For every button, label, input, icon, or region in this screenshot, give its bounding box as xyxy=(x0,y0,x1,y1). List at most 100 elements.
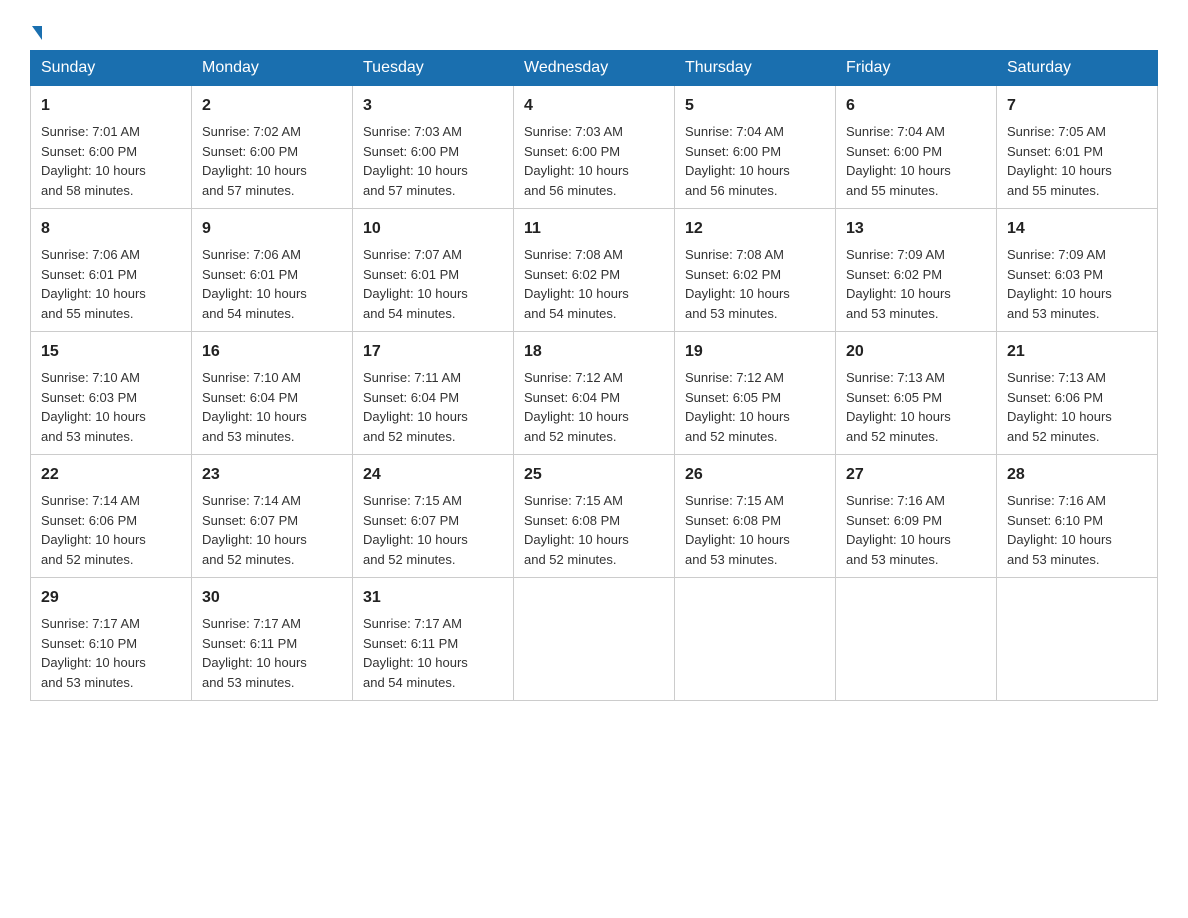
calendar-cell: 17 Sunrise: 7:11 AMSunset: 6:04 PMDaylig… xyxy=(353,332,514,455)
calendar-cell: 27 Sunrise: 7:16 AMSunset: 6:09 PMDaylig… xyxy=(836,455,997,578)
calendar-week-row: 1 Sunrise: 7:01 AMSunset: 6:00 PMDayligh… xyxy=(31,86,1158,209)
day-info: Sunrise: 7:17 AMSunset: 6:11 PMDaylight:… xyxy=(202,616,307,690)
day-info: Sunrise: 7:04 AMSunset: 6:00 PMDaylight:… xyxy=(685,124,790,198)
calendar-cell xyxy=(836,578,997,701)
day-info: Sunrise: 7:12 AMSunset: 6:05 PMDaylight:… xyxy=(685,370,790,444)
day-info: Sunrise: 7:10 AMSunset: 6:04 PMDaylight:… xyxy=(202,370,307,444)
calendar-cell: 16 Sunrise: 7:10 AMSunset: 6:04 PMDaylig… xyxy=(192,332,353,455)
calendar-cell: 29 Sunrise: 7:17 AMSunset: 6:10 PMDaylig… xyxy=(31,578,192,701)
calendar-cell: 14 Sunrise: 7:09 AMSunset: 6:03 PMDaylig… xyxy=(997,209,1158,332)
day-number: 29 xyxy=(41,586,181,610)
day-number: 31 xyxy=(363,586,503,610)
day-info: Sunrise: 7:09 AMSunset: 6:03 PMDaylight:… xyxy=(1007,247,1112,321)
day-info: Sunrise: 7:16 AMSunset: 6:09 PMDaylight:… xyxy=(846,493,951,567)
calendar-cell: 31 Sunrise: 7:17 AMSunset: 6:11 PMDaylig… xyxy=(353,578,514,701)
calendar-cell: 21 Sunrise: 7:13 AMSunset: 6:06 PMDaylig… xyxy=(997,332,1158,455)
calendar-cell: 25 Sunrise: 7:15 AMSunset: 6:08 PMDaylig… xyxy=(514,455,675,578)
day-info: Sunrise: 7:12 AMSunset: 6:04 PMDaylight:… xyxy=(524,370,629,444)
calendar-cell: 6 Sunrise: 7:04 AMSunset: 6:00 PMDayligh… xyxy=(836,86,997,209)
day-number: 18 xyxy=(524,340,664,364)
day-number: 17 xyxy=(363,340,503,364)
day-number: 14 xyxy=(1007,217,1147,241)
day-number: 10 xyxy=(363,217,503,241)
calendar-cell: 19 Sunrise: 7:12 AMSunset: 6:05 PMDaylig… xyxy=(675,332,836,455)
weekday-header-sunday: Sunday xyxy=(31,51,192,86)
weekday-header-saturday: Saturday xyxy=(997,51,1158,86)
calendar-cell xyxy=(514,578,675,701)
day-info: Sunrise: 7:05 AMSunset: 6:01 PMDaylight:… xyxy=(1007,124,1112,198)
logo-general xyxy=(30,26,42,40)
day-info: Sunrise: 7:08 AMSunset: 6:02 PMDaylight:… xyxy=(685,247,790,321)
calendar-body: 1 Sunrise: 7:01 AMSunset: 6:00 PMDayligh… xyxy=(31,86,1158,701)
day-info: Sunrise: 7:02 AMSunset: 6:00 PMDaylight:… xyxy=(202,124,307,198)
calendar-week-row: 29 Sunrise: 7:17 AMSunset: 6:10 PMDaylig… xyxy=(31,578,1158,701)
day-number: 20 xyxy=(846,340,986,364)
calendar-cell: 9 Sunrise: 7:06 AMSunset: 6:01 PMDayligh… xyxy=(192,209,353,332)
day-number: 11 xyxy=(524,217,664,241)
day-number: 28 xyxy=(1007,463,1147,487)
calendar-cell: 13 Sunrise: 7:09 AMSunset: 6:02 PMDaylig… xyxy=(836,209,997,332)
weekday-header-thursday: Thursday xyxy=(675,51,836,86)
page-header xyxy=(30,20,1158,40)
calendar-table: SundayMondayTuesdayWednesdayThursdayFrid… xyxy=(30,50,1158,701)
calendar-cell: 23 Sunrise: 7:14 AMSunset: 6:07 PMDaylig… xyxy=(192,455,353,578)
weekday-header-tuesday: Tuesday xyxy=(353,51,514,86)
calendar-cell: 1 Sunrise: 7:01 AMSunset: 6:00 PMDayligh… xyxy=(31,86,192,209)
day-number: 7 xyxy=(1007,94,1147,118)
day-number: 27 xyxy=(846,463,986,487)
calendar-cell: 11 Sunrise: 7:08 AMSunset: 6:02 PMDaylig… xyxy=(514,209,675,332)
calendar-cell: 22 Sunrise: 7:14 AMSunset: 6:06 PMDaylig… xyxy=(31,455,192,578)
calendar-cell: 4 Sunrise: 7:03 AMSunset: 6:00 PMDayligh… xyxy=(514,86,675,209)
calendar-cell: 8 Sunrise: 7:06 AMSunset: 6:01 PMDayligh… xyxy=(31,209,192,332)
day-number: 9 xyxy=(202,217,342,241)
day-info: Sunrise: 7:17 AMSunset: 6:11 PMDaylight:… xyxy=(363,616,468,690)
day-number: 26 xyxy=(685,463,825,487)
day-info: Sunrise: 7:03 AMSunset: 6:00 PMDaylight:… xyxy=(524,124,629,198)
weekday-header-friday: Friday xyxy=(836,51,997,86)
day-number: 30 xyxy=(202,586,342,610)
day-info: Sunrise: 7:01 AMSunset: 6:00 PMDaylight:… xyxy=(41,124,146,198)
calendar-cell: 10 Sunrise: 7:07 AMSunset: 6:01 PMDaylig… xyxy=(353,209,514,332)
day-number: 21 xyxy=(1007,340,1147,364)
day-number: 15 xyxy=(41,340,181,364)
day-info: Sunrise: 7:03 AMSunset: 6:00 PMDaylight:… xyxy=(363,124,468,198)
day-info: Sunrise: 7:08 AMSunset: 6:02 PMDaylight:… xyxy=(524,247,629,321)
day-number: 5 xyxy=(685,94,825,118)
calendar-cell: 20 Sunrise: 7:13 AMSunset: 6:05 PMDaylig… xyxy=(836,332,997,455)
day-info: Sunrise: 7:15 AMSunset: 6:08 PMDaylight:… xyxy=(524,493,629,567)
calendar-cell: 3 Sunrise: 7:03 AMSunset: 6:00 PMDayligh… xyxy=(353,86,514,209)
calendar-week-row: 8 Sunrise: 7:06 AMSunset: 6:01 PMDayligh… xyxy=(31,209,1158,332)
logo-arrow-icon xyxy=(32,26,42,40)
day-number: 16 xyxy=(202,340,342,364)
calendar-header: SundayMondayTuesdayWednesdayThursdayFrid… xyxy=(31,51,1158,86)
weekday-header-wednesday: Wednesday xyxy=(514,51,675,86)
day-info: Sunrise: 7:09 AMSunset: 6:02 PMDaylight:… xyxy=(846,247,951,321)
day-number: 1 xyxy=(41,94,181,118)
calendar-week-row: 22 Sunrise: 7:14 AMSunset: 6:06 PMDaylig… xyxy=(31,455,1158,578)
weekday-header-row: SundayMondayTuesdayWednesdayThursdayFrid… xyxy=(31,51,1158,86)
calendar-cell xyxy=(675,578,836,701)
day-info: Sunrise: 7:06 AMSunset: 6:01 PMDaylight:… xyxy=(202,247,307,321)
day-number: 2 xyxy=(202,94,342,118)
calendar-cell: 2 Sunrise: 7:02 AMSunset: 6:00 PMDayligh… xyxy=(192,86,353,209)
day-info: Sunrise: 7:17 AMSunset: 6:10 PMDaylight:… xyxy=(41,616,146,690)
day-number: 4 xyxy=(524,94,664,118)
day-info: Sunrise: 7:14 AMSunset: 6:07 PMDaylight:… xyxy=(202,493,307,567)
calendar-cell: 26 Sunrise: 7:15 AMSunset: 6:08 PMDaylig… xyxy=(675,455,836,578)
calendar-cell: 30 Sunrise: 7:17 AMSunset: 6:11 PMDaylig… xyxy=(192,578,353,701)
calendar-week-row: 15 Sunrise: 7:10 AMSunset: 6:03 PMDaylig… xyxy=(31,332,1158,455)
logo xyxy=(30,20,42,40)
calendar-cell: 15 Sunrise: 7:10 AMSunset: 6:03 PMDaylig… xyxy=(31,332,192,455)
day-info: Sunrise: 7:15 AMSunset: 6:08 PMDaylight:… xyxy=(685,493,790,567)
day-info: Sunrise: 7:13 AMSunset: 6:05 PMDaylight:… xyxy=(846,370,951,444)
day-info: Sunrise: 7:13 AMSunset: 6:06 PMDaylight:… xyxy=(1007,370,1112,444)
calendar-cell: 18 Sunrise: 7:12 AMSunset: 6:04 PMDaylig… xyxy=(514,332,675,455)
day-info: Sunrise: 7:14 AMSunset: 6:06 PMDaylight:… xyxy=(41,493,146,567)
day-info: Sunrise: 7:04 AMSunset: 6:00 PMDaylight:… xyxy=(846,124,951,198)
day-number: 24 xyxy=(363,463,503,487)
day-info: Sunrise: 7:15 AMSunset: 6:07 PMDaylight:… xyxy=(363,493,468,567)
day-number: 19 xyxy=(685,340,825,364)
day-number: 8 xyxy=(41,217,181,241)
calendar-cell: 5 Sunrise: 7:04 AMSunset: 6:00 PMDayligh… xyxy=(675,86,836,209)
day-number: 25 xyxy=(524,463,664,487)
